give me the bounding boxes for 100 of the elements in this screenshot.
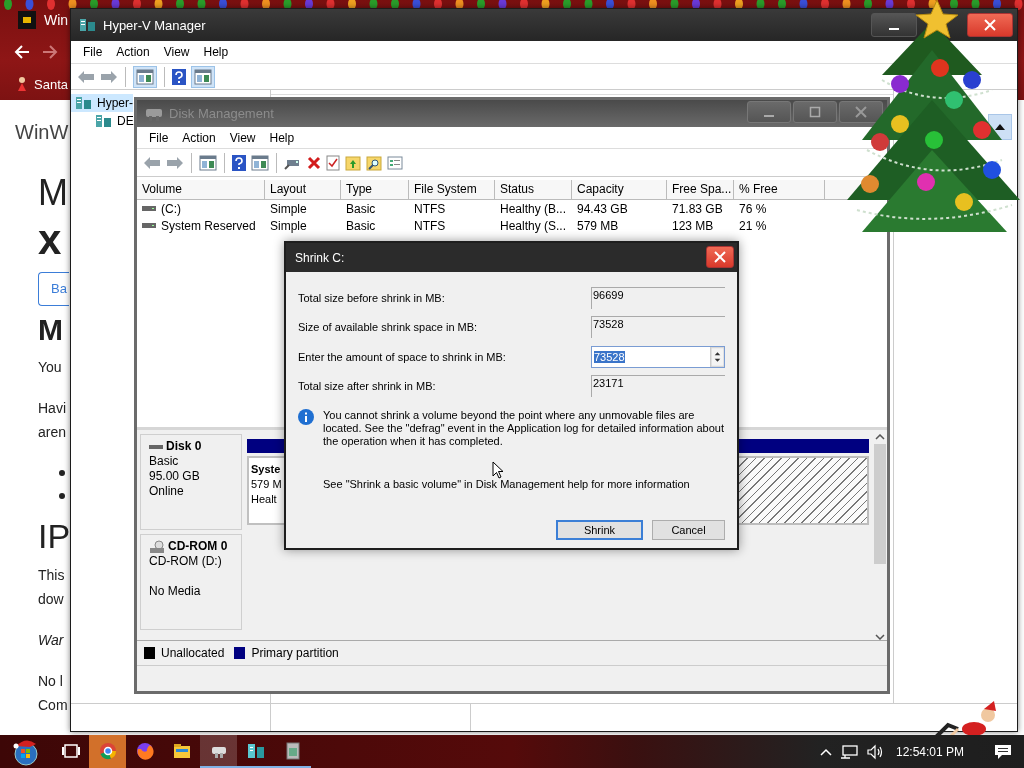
info-icon [298,409,314,425]
console-tree-icon[interactable] [199,154,217,171]
chevron-up-icon [875,434,885,440]
chevron-up-icon[interactable] [819,747,832,756]
network-icon[interactable] [839,743,858,760]
window-icon [79,17,97,33]
field-label: Total size before shrink in MB: [298,291,446,304]
spin-field[interactable]: 73528 [591,345,725,368]
menu-item[interactable]: Action [109,43,157,61]
field-label: Size of available shrink space in MB: [298,321,479,334]
volume-icon [142,221,156,230]
disk-info: 95.00 GB [149,469,201,484]
chevron-down-icon [875,634,885,640]
table-cell: System Reserved [161,218,256,233]
close-button[interactable] [706,246,734,268]
table-cell: Healthy (B... [500,201,567,216]
console-tree-icon[interactable] [136,68,154,85]
menu-item[interactable]: File [76,43,110,61]
page-text: No l [38,672,63,691]
bookmark-link[interactable]: Santa [34,76,68,92]
column-header[interactable]: File System [409,180,495,199]
back-arrow-icon[interactable] [14,45,30,59]
help-icon[interactable] [232,154,246,171]
readonly-field: 73528 [591,316,725,339]
table-cell: Healthy (S... [500,218,567,233]
column-header[interactable]: Type [341,180,409,199]
clock[interactable]: 12:54:01 PM [895,744,964,759]
table-cell: 71.83 GB [672,201,723,216]
shrink-button[interactable]: Shrink [556,520,643,540]
table-cell: NTFS [414,201,446,216]
column-header[interactable]: Layout [265,180,341,199]
disk-panel[interactable]: CD-ROM 0 CD-ROM (D:) No Media [140,534,242,630]
menu-item[interactable]: View [156,43,197,61]
column-header[interactable]: Volume [137,180,265,199]
partition-info: 579 M [251,477,282,492]
column-header[interactable]: Status [495,180,572,199]
table-cell: 123 MB [672,218,714,233]
volume-icon [142,204,156,213]
window-icon [75,95,93,111]
table-cell: 21 % [739,218,767,233]
maximize-icon[interactable] [809,106,821,118]
menu-item[interactable]: Action [175,128,223,147]
menu-item[interactable]: Help [196,43,236,61]
page-text: Com [38,696,68,715]
help-text: See "Shrink a basic volume" in Disk Management help for more information [323,478,691,490]
column-header[interactable]: % Free [734,180,825,199]
forward-arrow-icon[interactable] [42,45,58,59]
disk-name: Disk 0 [166,439,202,454]
table-cell: NTFS [414,218,446,233]
site-icon [18,11,36,29]
delete-icon[interactable] [307,155,321,170]
cancel-button[interactable]: Cancel [652,520,725,540]
volume-icon[interactable] [865,743,884,760]
disk-panel[interactable]: Disk 0 Basic 95.00 GB Online [140,434,242,530]
table-cell: Simple [270,218,307,233]
action-pane-icon[interactable] [251,154,269,171]
disk-name: CD-ROM 0 [168,539,228,554]
max-button[interactable] [793,101,837,123]
bullet-dot [59,470,65,476]
page-button[interactable]: Ba [38,272,69,306]
taskbar-button[interactable] [200,735,237,768]
menu-item[interactable]: File [142,128,176,147]
page-heading: IP [38,516,71,556]
tree-item[interactable]: Hyper- [71,94,133,112]
properties-icon[interactable] [387,155,403,170]
folder-icon [172,741,191,760]
close-button[interactable] [967,13,1013,37]
forward-arrow-icon[interactable] [166,155,184,170]
legend-label: Primary partition [251,646,339,660]
page-text: aren [38,423,67,442]
tree-item[interactable]: DE [91,112,134,130]
table-cell: Simple [270,201,307,216]
spinner-arrows-icon[interactable] [710,346,724,367]
min-button[interactable] [747,101,791,123]
disk-info: No Media [149,584,202,599]
readonly-field: 96699 [591,286,725,309]
app-icon [283,741,302,760]
notification-icon[interactable] [994,743,1012,760]
page-text: War [38,631,64,650]
browser-tab-title[interactable]: Win [44,12,69,28]
action-pane-icon[interactable] [194,68,212,85]
menu-item[interactable]: Help [262,128,302,147]
site-name: WinW [15,120,69,145]
column-header[interactable]: Free Spa... [667,180,734,199]
page-heading: M [38,312,63,348]
partition-info: Healt [251,492,277,507]
column-header[interactable]: Capacity [572,180,667,199]
window-title: Shrink C: [295,250,345,265]
menu-item[interactable]: View [222,128,263,147]
table-cell: 94.43 GB [577,201,628,216]
table-cell: 579 MB [577,218,619,233]
disk-info: Basic [149,454,180,469]
checklist-icon[interactable] [326,154,340,171]
forward-arrow-icon[interactable] [100,69,118,84]
search-folder-icon[interactable] [366,154,382,171]
page-text: You [38,358,62,377]
browser-icon [98,741,117,760]
help-icon[interactable] [172,68,186,85]
window-title: Hyper-V Manager [103,17,206,33]
folder-up-icon[interactable] [345,154,361,171]
